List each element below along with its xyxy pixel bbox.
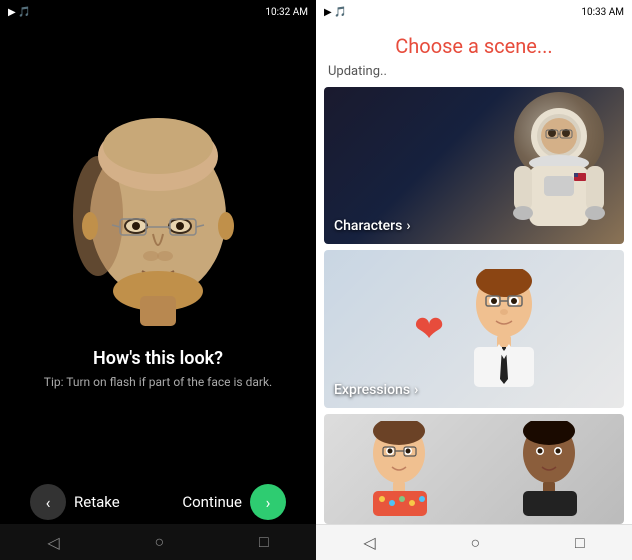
face-container: How's this look? Tip: Turn on flash if p… [24, 24, 292, 560]
retake-icon[interactable]: ‹ [30, 484, 66, 520]
back-nav-icon[interactable]: ◁ [47, 533, 59, 552]
status-left-icon: ▶ 🎵 [8, 7, 31, 18]
status-left-icon-right: ▶ 🎵 [324, 7, 347, 18]
third-bg [324, 414, 624, 524]
continue-icon[interactable]: › [250, 484, 286, 520]
back-nav-icon-right[interactable]: ◁ [363, 533, 375, 552]
home-nav-icon-right[interactable]: ○ [470, 533, 480, 553]
home-nav-icon[interactable]: ○ [154, 532, 164, 552]
choose-scene-title: Choose a scene... [316, 24, 632, 62]
how-look-title: How's this look? [93, 348, 223, 369]
heart-icon: ❤ [414, 308, 444, 350]
expressions-person-svg [454, 269, 554, 389]
characters-scene-card[interactable]: Characters › [324, 87, 624, 244]
expressions-scene-card[interactable]: ❤ [324, 250, 624, 407]
status-bar-right: ▶ 🎵 10:33 AM [316, 0, 632, 24]
expressions-label: Expressions › [334, 382, 418, 398]
status-icons-right: 10:33 AM [581, 7, 624, 18]
status-time-right: 10:33 AM [581, 7, 624, 18]
characters-chevron: › [406, 218, 410, 234]
left-panel: ▶ 🎵 10:32 AM [0, 0, 316, 560]
bottom-action-bar: ‹ Retake Continue › [0, 484, 316, 520]
recents-nav-icon-right[interactable]: □ [575, 533, 585, 553]
tip-text: Tip: Turn on flash if part of the face i… [24, 375, 292, 389]
third-person-right-svg [507, 421, 592, 516]
continue-button[interactable]: Continue › [182, 484, 286, 520]
nav-bar-left: ◁ ○ □ [0, 524, 316, 560]
third-person-left-svg [357, 421, 442, 516]
scenes-list: Characters › ❤ [316, 87, 632, 524]
face-3d [68, 116, 248, 336]
status-time-left: 10:32 AM [265, 7, 308, 18]
status-icons-left: 10:32 AM [265, 7, 308, 18]
recents-nav-icon[interactable]: □ [259, 532, 269, 552]
updating-text: Updating.. [316, 62, 632, 87]
continue-label: Continue [182, 493, 242, 511]
status-bar-left: ▶ 🎵 10:32 AM [0, 0, 316, 24]
astronaut-svg [504, 101, 614, 231]
retake-label: Retake [74, 493, 120, 511]
nav-bar-right: ◁ ○ □ [316, 524, 632, 560]
face-svg [68, 116, 248, 336]
retake-button[interactable]: ‹ Retake [30, 484, 120, 520]
expressions-chevron: › [414, 382, 418, 398]
right-panel: ▶ 🎵 10:33 AM Choose a scene... Updating.… [316, 0, 632, 560]
third-scene-card[interactable] [324, 414, 624, 524]
characters-label: Characters › [334, 218, 411, 234]
